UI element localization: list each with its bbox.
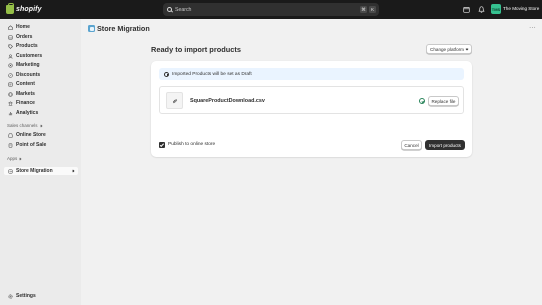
apps-label: Apps — [7, 156, 18, 161]
pos-icon — [7, 142, 13, 148]
chart-icon — [7, 110, 13, 116]
sidebar-item-label: Marketing — [16, 62, 40, 68]
import-heading: Ready to import products — [151, 45, 241, 54]
bell-icon[interactable] — [477, 5, 485, 13]
import-products-button[interactable]: Import products — [425, 140, 465, 150]
apps-heading[interactable]: Apps — [7, 156, 22, 161]
chevron-right-icon — [39, 124, 42, 128]
sidebar-item-products[interactable]: Products — [4, 42, 78, 50]
sidebar-item-label: Products — [16, 43, 38, 49]
store-migration-app-icon — [88, 25, 95, 32]
orders-icon — [7, 34, 13, 40]
sidebar-item-label: Customers — [16, 53, 43, 59]
sidebar-item-label: Discounts — [16, 72, 41, 78]
sidebar-item-label: Online Store — [16, 132, 46, 138]
publish-checkbox[interactable] — [159, 142, 165, 148]
top-bar: shopify Search ⌘ K TMS The Moving Store — [0, 0, 542, 19]
sales-channels-label: Sales channels — [7, 123, 38, 128]
sidebar-item-label: Home — [16, 24, 30, 30]
tag-icon — [7, 43, 13, 49]
sidebar-item-orders[interactable]: Orders — [4, 33, 78, 41]
file-thumbnail — [166, 92, 183, 109]
chevron-right-icon — [18, 157, 22, 161]
shortcut-cmd-key: ⌘ — [360, 6, 367, 13]
sidebar-item-point-of-sale[interactable]: Point of Sale — [4, 141, 78, 149]
store-name[interactable]: The Moving Store — [503, 6, 539, 11]
info-icon — [164, 71, 169, 77]
sidebar-item-label: Store Migration — [16, 168, 53, 174]
home-icon — [7, 24, 13, 30]
shortcut-k-key: K — [369, 6, 376, 13]
check-circle-icon — [419, 98, 425, 104]
sidebar-item-analytics[interactable]: Analytics — [4, 109, 78, 117]
more-actions-button[interactable]: ··· — [529, 25, 536, 31]
sidebar-item-online-store[interactable]: Online Store — [4, 131, 78, 139]
search-icon — [167, 7, 172, 12]
page-header: Store Migration — [88, 24, 150, 33]
sales-channels-heading[interactable]: Sales channels — [7, 123, 42, 128]
content-icon — [7, 81, 13, 87]
sidebar-item-markets[interactable]: Markets — [4, 90, 78, 98]
store-avatar[interactable]: TMS — [491, 4, 501, 14]
sidebar-item-label: Content — [16, 81, 35, 87]
sidebar-item-home[interactable]: Home — [4, 23, 78, 31]
sidebar-item-customers[interactable]: Customers — [4, 52, 78, 60]
shopify-logo[interactable]: shopify — [6, 3, 42, 15]
target-icon — [7, 62, 13, 68]
sidebar-item-finance[interactable]: Finance — [4, 99, 78, 107]
change-platform-label: Change platform — [430, 46, 464, 52]
discount-icon — [7, 72, 13, 78]
sidebar-item-label: Point of Sale — [16, 142, 47, 148]
brand-name: shopify — [16, 6, 42, 13]
globe-icon — [7, 91, 13, 97]
migration-icon — [7, 168, 13, 174]
sidebar-item-label: Analytics — [16, 110, 39, 116]
chevron-right-icon — [71, 169, 75, 173]
search-placeholder: Search — [175, 6, 192, 13]
change-platform-button[interactable]: Change platform — [426, 44, 472, 54]
publish-label[interactable]: Publish to online store — [168, 142, 215, 147]
sidebar-item-content[interactable]: Content — [4, 80, 78, 88]
banner-text: Imported Products will be set as Draft — [172, 71, 252, 77]
import-card: Imported Products will be set as Draft S… — [151, 61, 472, 157]
sidebar-item-label: Markets — [16, 91, 35, 97]
file-name: SquareProductDownload.csv — [190, 98, 265, 104]
sidebar-item-label: Orders — [16, 34, 33, 40]
storefront-icon[interactable] — [462, 5, 470, 13]
main-content: Store Migration ··· Ready to import prod… — [81, 19, 542, 305]
sidebar-item-label: Settings — [16, 293, 36, 299]
sidebar-item-discounts[interactable]: Discounts — [4, 71, 78, 79]
sidebar-item-marketing[interactable]: Marketing — [4, 61, 78, 69]
sidebar: Home Orders Products Customers Marketing… — [0, 19, 81, 305]
page-title: Store Migration — [97, 24, 150, 33]
sidebar-item-store-migration[interactable]: Store Migration — [4, 167, 78, 175]
shopify-bag-icon — [6, 3, 14, 14]
uploaded-file: SquareProductDownload.csv Replace file — [159, 86, 464, 114]
bank-icon — [7, 100, 13, 106]
replace-file-button[interactable]: Replace file — [428, 96, 459, 106]
person-icon — [7, 53, 13, 59]
sidebar-item-settings[interactable]: Settings — [4, 292, 78, 300]
store-icon — [7, 132, 13, 138]
gear-icon — [7, 293, 13, 299]
chevron-down-icon — [465, 47, 469, 50]
attachment-icon — [172, 98, 177, 103]
cancel-button[interactable]: Cancel — [401, 140, 422, 150]
info-banner: Imported Products will be set as Draft — [159, 68, 464, 80]
sidebar-item-label: Finance — [16, 100, 35, 106]
search-input[interactable]: Search ⌘ K — [163, 3, 379, 16]
